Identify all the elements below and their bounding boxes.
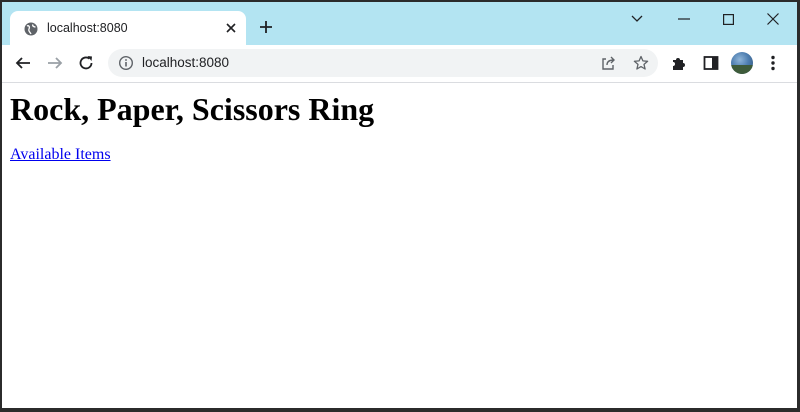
globe-icon xyxy=(24,22,38,36)
page-content: Rock, Paper, Scissors Ring Available Ite… xyxy=(2,83,797,408)
forward-arrow-icon[interactable] xyxy=(45,53,65,73)
menu-kebab-icon[interactable] xyxy=(763,53,783,73)
share-icon[interactable] xyxy=(599,54,617,72)
browser-tab[interactable]: localhost:8080 xyxy=(10,11,246,46)
address-url: localhost:8080 xyxy=(142,55,230,70)
back-arrow-icon[interactable] xyxy=(13,53,33,73)
profile-avatar[interactable] xyxy=(731,52,753,74)
close-tab-icon[interactable] xyxy=(222,19,240,37)
tab-strip: localhost:8080 xyxy=(2,2,797,46)
minimize-icon[interactable] xyxy=(674,10,694,28)
site-info-icon[interactable] xyxy=(118,55,134,71)
page-title: Rock, Paper, Scissors Ring xyxy=(10,91,375,127)
tab-search-chevron-icon[interactable] xyxy=(627,10,647,28)
bookmark-star-icon[interactable] xyxy=(632,54,650,72)
tab-title: localhost:8080 xyxy=(47,21,128,35)
available-items-link[interactable]: Available Items xyxy=(10,146,111,164)
close-window-icon[interactable] xyxy=(763,10,783,28)
browser-window: localhost:8080 localhost:8080 Rock, Pape… xyxy=(2,2,797,408)
address-bar[interactable]: localhost:8080 xyxy=(108,49,658,77)
browser-toolbar: localhost:8080 xyxy=(2,45,797,83)
reload-icon[interactable] xyxy=(76,53,96,73)
new-tab-icon[interactable] xyxy=(257,18,275,36)
maximize-icon[interactable] xyxy=(718,10,738,28)
extensions-puzzle-icon[interactable] xyxy=(669,53,689,73)
side-panel-icon[interactable] xyxy=(701,53,721,73)
